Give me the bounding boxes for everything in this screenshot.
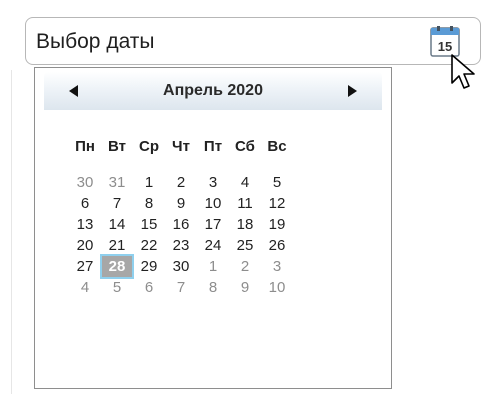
calendar-icon: 15 bbox=[430, 26, 460, 57]
calendar-day[interactable]: 7 bbox=[102, 193, 132, 214]
month-year-title: Апрель 2020 bbox=[163, 82, 263, 99]
calendar-day[interactable]: 26 bbox=[262, 235, 292, 256]
calendar-day[interactable]: 6 bbox=[70, 193, 100, 214]
calendar-day[interactable]: 12 bbox=[262, 193, 292, 214]
left-divider bbox=[11, 70, 12, 394]
calendar-day[interactable]: 8 bbox=[134, 193, 164, 214]
calendar-day[interactable]: 4 bbox=[230, 172, 260, 193]
calendar-day[interactable]: 23 bbox=[166, 235, 196, 256]
calendar-day[interactable]: 7 bbox=[166, 277, 196, 298]
calendar-day[interactable]: 10 bbox=[262, 277, 292, 298]
next-month-arrow-icon[interactable] bbox=[347, 85, 357, 97]
weekday-header: Ср bbox=[139, 138, 159, 155]
weekday-header: Вт bbox=[108, 138, 126, 155]
calendar-day[interactable]: 9 bbox=[230, 277, 260, 298]
calendar-day[interactable]: 22 bbox=[134, 235, 164, 256]
weekday-header: Пн bbox=[75, 138, 95, 155]
calendar-day[interactable]: 1 bbox=[198, 256, 228, 277]
calendar-day[interactable]: 2 bbox=[166, 172, 196, 193]
calendar-day[interactable]: 31 bbox=[102, 172, 132, 193]
calendar-popup: Апрель 2020 Пн Вт Ср Чт Пт Сб Вс 30 31 1 2 3… bbox=[34, 67, 392, 389]
calendar-day[interactable]: 14 bbox=[102, 214, 132, 235]
calendar-day[interactable]: 30 bbox=[166, 256, 196, 277]
calendar-day[interactable]: 30 bbox=[70, 172, 100, 193]
calendar-day[interactable]: 20 bbox=[70, 235, 100, 256]
calendar-day[interactable]: 27 bbox=[70, 256, 100, 277]
date-field-text[interactable]: Выбор даты bbox=[36, 28, 155, 56]
calendar-button[interactable]: 15 bbox=[430, 25, 461, 58]
calendar-header: Апрель 2020 bbox=[44, 72, 382, 110]
calendar-day[interactable]: 29 bbox=[134, 256, 164, 277]
calendar-day[interactable]: 2 bbox=[230, 256, 260, 277]
calendar-day[interactable]: 13 bbox=[70, 214, 100, 235]
calendar-day[interactable]: 24 bbox=[198, 235, 228, 256]
date-picker-field[interactable]: Выбор даты 15 bbox=[25, 17, 481, 65]
calendar-day-selected[interactable]: 28 bbox=[100, 254, 134, 279]
weekday-header: Вс bbox=[267, 138, 287, 155]
calendar-day[interactable]: 25 bbox=[230, 235, 260, 256]
calendar-day[interactable]: 3 bbox=[198, 172, 228, 193]
calendar-icon-day: 15 bbox=[438, 39, 452, 54]
calendar-day[interactable]: 18 bbox=[230, 214, 260, 235]
calendar-day[interactable]: 10 bbox=[198, 193, 228, 214]
calendar-day[interactable]: 1 bbox=[134, 172, 164, 193]
calendar-day[interactable]: 9 bbox=[166, 193, 196, 214]
calendar-day[interactable]: 21 bbox=[102, 235, 132, 256]
calendar-day[interactable]: 4 bbox=[70, 277, 100, 298]
calendar-day[interactable]: 15 bbox=[134, 214, 164, 235]
weekday-header: Чт bbox=[172, 138, 190, 155]
calendar-day[interactable]: 8 bbox=[198, 277, 228, 298]
calendar-day[interactable]: 3 bbox=[262, 256, 292, 277]
weekday-header: Сб bbox=[235, 138, 255, 155]
calendar-day[interactable]: 5 bbox=[262, 172, 292, 193]
calendar-day[interactable]: 11 bbox=[230, 193, 260, 214]
calendar-day[interactable]: 6 bbox=[134, 277, 164, 298]
calendar-day[interactable]: 5 bbox=[102, 277, 132, 298]
calendar-day[interactable]: 16 bbox=[166, 214, 196, 235]
calendar-day[interactable]: 19 bbox=[262, 214, 292, 235]
weekday-header: Пт bbox=[203, 138, 223, 155]
calendar-day[interactable]: 17 bbox=[198, 214, 228, 235]
